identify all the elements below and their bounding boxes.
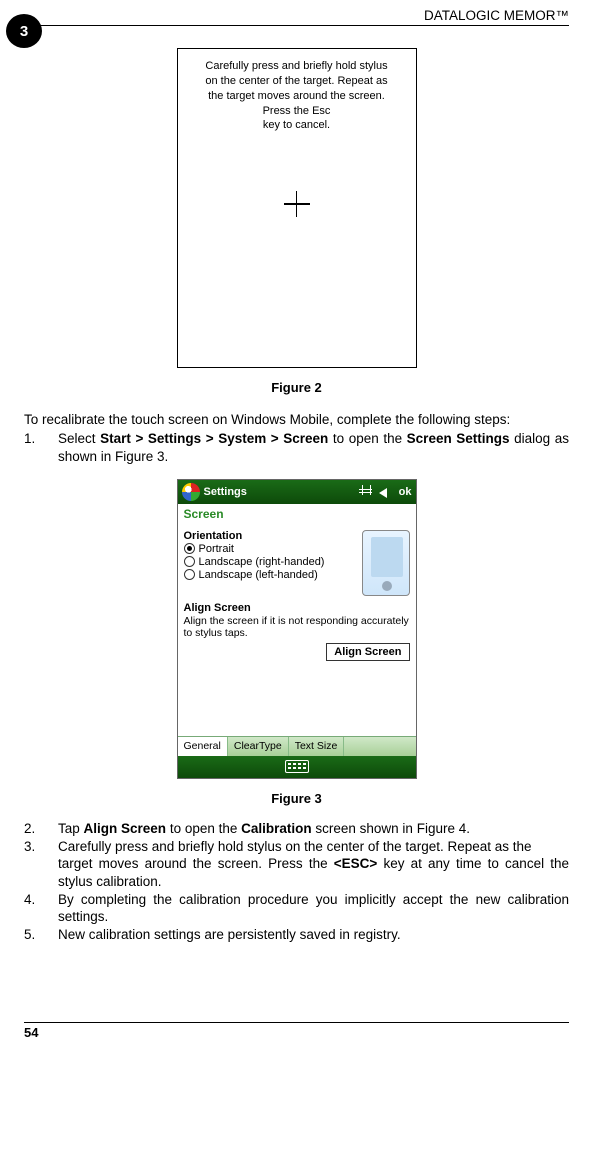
figure-2-caption: Figure 2	[24, 380, 569, 395]
radio-label: Landscape (left-handed)	[199, 569, 318, 581]
wm-title: Settings	[204, 486, 355, 498]
text: screen shown in Figure 4.	[312, 821, 470, 836]
step-number: 3.	[24, 838, 58, 890]
bold-text: Start > Settings > System > Screen	[100, 431, 328, 446]
bold-text: <ESC>	[334, 856, 378, 871]
bold-text: Align Screen	[84, 821, 167, 836]
calib-line: on the center of the target. Repeat as	[205, 74, 387, 89]
radio-icon	[184, 543, 195, 554]
signal-icon[interactable]	[359, 485, 373, 499]
align-screen-heading: Align Screen	[184, 602, 410, 614]
product-name: DATALOGIC MEMOR™	[424, 8, 569, 23]
figure-3-caption: Figure 3	[24, 791, 569, 806]
start-flag-icon[interactable]	[182, 483, 200, 501]
step-body: Tap Align Screen to open the Calibration…	[58, 820, 569, 837]
tab-general[interactable]: General	[178, 737, 228, 756]
step-body: Carefully press and briefly hold stylus …	[58, 838, 569, 890]
figure-3-wrap: Settings ok Screen Orientation Portrait	[24, 479, 569, 779]
calibration-screen: Carefully press and briefly hold stylus …	[177, 48, 417, 368]
step-number: 1.	[24, 430, 58, 465]
calib-line: the target moves around the screen.	[205, 89, 387, 104]
keyboard-icon[interactable]	[285, 760, 309, 773]
text: Select	[58, 431, 100, 446]
step-number: 5.	[24, 926, 58, 943]
wm-tabs: General ClearType Text Size	[178, 736, 416, 756]
figure-2-wrap: Carefully press and briefly hold stylus …	[24, 48, 569, 368]
radio-label: Landscape (right-handed)	[199, 556, 325, 568]
calib-line: key to cancel.	[205, 118, 387, 133]
text: target moves around the screen. Press th…	[58, 856, 334, 871]
windows-mobile-settings-screen: Settings ok Screen Orientation Portrait	[177, 479, 417, 779]
step-list-2: 2. Tap Align Screen to open the Calibrat…	[24, 820, 569, 944]
text: to open the	[328, 431, 406, 446]
orientation-heading: Orientation	[184, 530, 356, 542]
device-preview-icon	[362, 530, 410, 596]
ok-button[interactable]: ok	[399, 486, 412, 498]
chapter-number: 3	[20, 23, 28, 40]
step-4: 4. By completing the calibration procedu…	[24, 891, 569, 926]
volume-icon[interactable]	[379, 485, 393, 499]
radio-landscape-right[interactable]: Landscape (right-handed)	[184, 556, 356, 568]
radio-portrait[interactable]: Portrait	[184, 543, 356, 555]
step-body: By completing the calibration procedure …	[58, 891, 569, 926]
wm-status-icons: ok	[359, 485, 412, 499]
tab-cleartype[interactable]: ClearType	[228, 737, 289, 756]
bold-text: Screen Settings	[407, 431, 510, 446]
calib-line: Carefully press and briefly hold stylus	[205, 59, 387, 74]
calibration-instructions: Carefully press and briefly hold stylus …	[205, 59, 387, 133]
text: Carefully press and briefly hold stylus …	[58, 839, 532, 854]
text: to open the	[166, 821, 241, 836]
align-screen-button[interactable]: Align Screen	[326, 643, 409, 661]
radio-icon	[184, 569, 195, 580]
intro-paragraph: To recalibrate the touch screen on Windo…	[24, 411, 569, 428]
step-2: 2. Tap Align Screen to open the Calibrat…	[24, 820, 569, 837]
chapter-tab-badge: 3	[6, 14, 42, 48]
wm-screen-subtitle: Screen	[178, 504, 416, 524]
wm-bottom-bar	[178, 756, 416, 778]
footer: 54	[24, 1022, 569, 1040]
align-screen-description: Align the screen if it is not responding…	[184, 615, 410, 640]
bold-text: Calibration	[241, 821, 312, 836]
wm-body: Orientation Portrait Landscape (right-ha…	[178, 524, 416, 736]
step-number: 4.	[24, 891, 58, 926]
step-body: New calibration settings are persistentl…	[58, 926, 569, 943]
step-5: 5. New calibration settings are persiste…	[24, 926, 569, 943]
page-header: DATALOGIC MEMOR™	[24, 0, 569, 26]
text: Tap	[58, 821, 84, 836]
radio-icon	[184, 556, 195, 567]
calib-line: Press the Esc	[205, 104, 387, 119]
step-3: 3. Carefully press and briefly hold styl…	[24, 838, 569, 890]
wm-titlebar: Settings ok	[178, 480, 416, 504]
crosshair-icon	[284, 191, 310, 217]
radio-label: Portrait	[199, 543, 234, 555]
radio-landscape-left[interactable]: Landscape (left-handed)	[184, 569, 356, 581]
tab-textsize[interactable]: Text Size	[289, 737, 345, 756]
step-number: 2.	[24, 820, 58, 837]
page-number: 54	[24, 1025, 38, 1040]
step-body: Select Start > Settings > System > Scree…	[58, 430, 569, 465]
step-list-1: 1. Select Start > Settings > System > Sc…	[24, 430, 569, 465]
step-1: 1. Select Start > Settings > System > Sc…	[24, 430, 569, 465]
